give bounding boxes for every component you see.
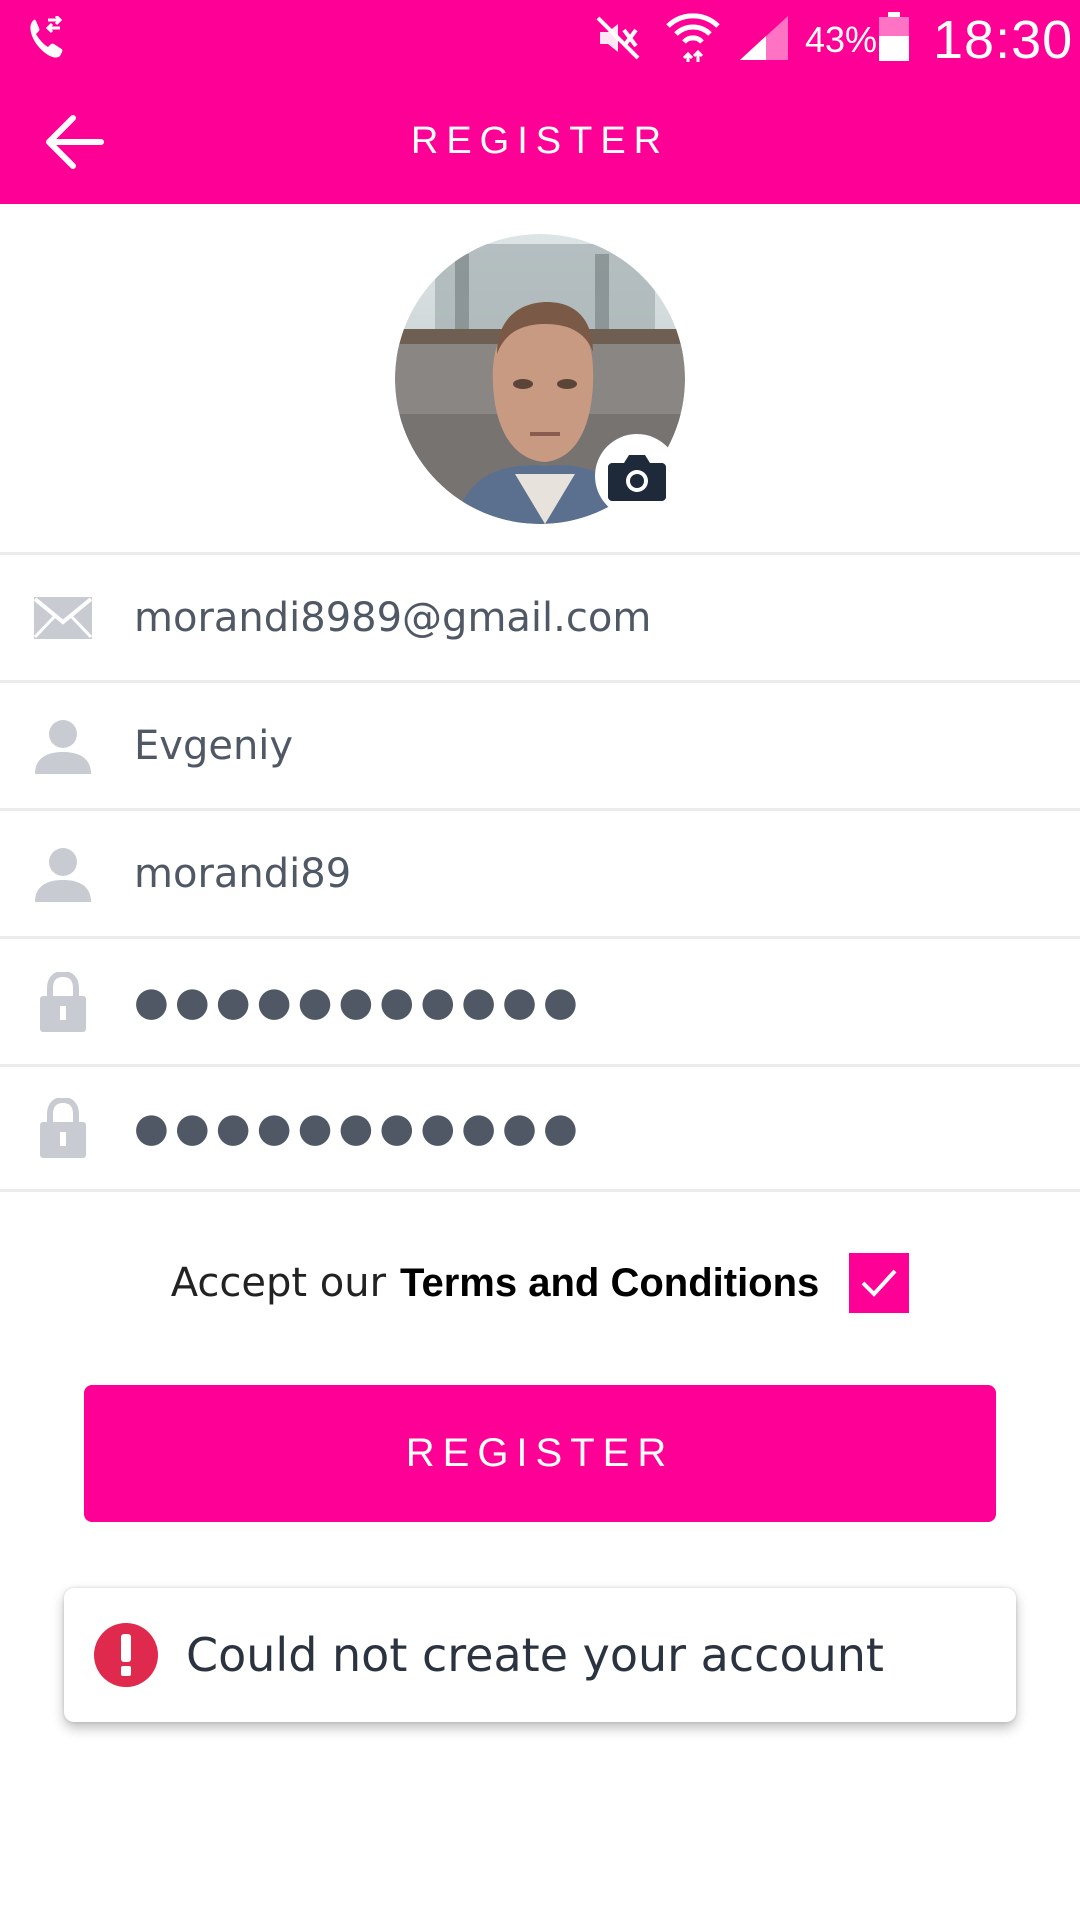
battery-icon: [879, 12, 909, 61]
confirm-password-field[interactable]: [134, 1093, 1050, 1163]
mail-icon: [32, 587, 94, 649]
register-button[interactable]: REGISTER: [84, 1385, 996, 1522]
checkmark-icon: [861, 1269, 897, 1297]
app-bar: REGISTER: [0, 80, 1080, 204]
signal-icon: [740, 16, 788, 60]
terms-link[interactable]: Terms and Conditions: [400, 1261, 819, 1306]
email-row: [0, 552, 1080, 680]
call-icon: [30, 16, 63, 58]
error-message: Could not create your account: [186, 1628, 884, 1682]
username-row: [0, 808, 1080, 936]
person-icon: [32, 843, 94, 905]
page-title: REGISTER: [410, 120, 670, 162]
first-name-field[interactable]: [134, 710, 1050, 781]
terms-prefix: Accept our: [170, 1260, 387, 1306]
person-icon: [32, 715, 94, 777]
avatar-picker[interactable]: [395, 234, 685, 524]
status-bar: 43% 18:30: [0, 0, 1080, 80]
lock-icon: [32, 1097, 94, 1159]
password-field[interactable]: [134, 966, 1050, 1037]
terms-checkbox[interactable]: [849, 1253, 910, 1313]
error-icon: [94, 1623, 158, 1687]
clock: 18:30: [933, 10, 1074, 70]
error-toast: Could not create your account: [64, 1588, 1016, 1722]
terms-row: Accept our Terms and Conditions: [0, 1250, 1080, 1316]
battery-percent: 43%: [805, 19, 878, 60]
email-field[interactable]: [134, 582, 1050, 653]
mute-icon: [596, 16, 640, 60]
top-bar: 43% 18:30 REGISTER: [0, 0, 1080, 204]
username-field[interactable]: [134, 838, 1050, 909]
wifi-icon: [666, 13, 720, 62]
first-name-row: [0, 680, 1080, 808]
camera-button[interactable]: [595, 434, 679, 518]
password-row: [0, 936, 1080, 1064]
confirm-password-row: [0, 1064, 1080, 1192]
register-form: [0, 552, 1080, 1192]
lock-icon: [32, 971, 94, 1033]
camera-icon: [608, 455, 666, 501]
